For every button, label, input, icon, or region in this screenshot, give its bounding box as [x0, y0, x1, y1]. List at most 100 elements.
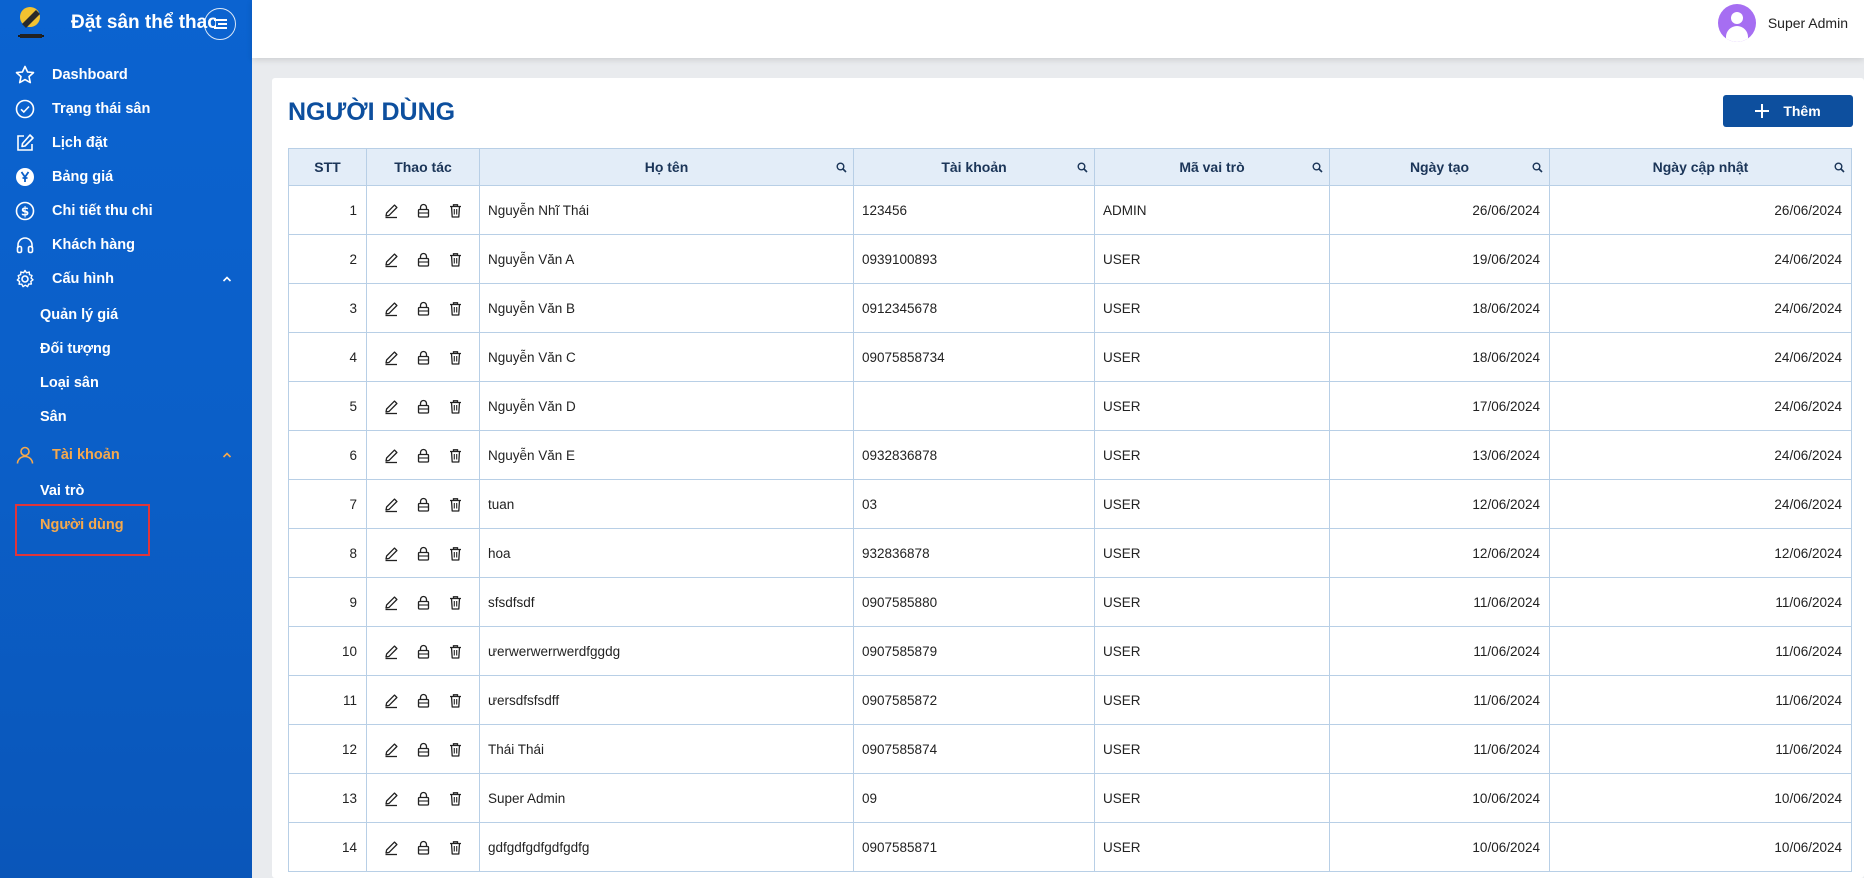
sidebar-item-config[interactable]: Cấu hình — [0, 262, 252, 296]
app-title: Đặt sân thể thao — [71, 12, 216, 33]
edit-icon[interactable] — [383, 545, 400, 562]
trash-icon[interactable] — [447, 594, 464, 611]
lock-icon[interactable] — [415, 251, 432, 268]
sidebar-item-schedule[interactable]: Lịch đặt — [0, 126, 252, 160]
sidebar-subitem-label: Sân — [40, 409, 67, 425]
sidebar-item-label: Chi tiết thu chi — [52, 203, 153, 219]
cell-stt: 14 — [288, 822, 367, 872]
edit-icon[interactable] — [383, 349, 400, 366]
edit-icon[interactable] — [383, 251, 400, 268]
search-icon[interactable] — [1077, 162, 1088, 173]
cell-name: ưerwerwerrwerdfggdg — [479, 626, 854, 676]
cell-name: Nguyễn Văn A — [479, 234, 854, 284]
search-icon[interactable] — [1312, 162, 1323, 173]
trash-icon[interactable] — [447, 496, 464, 513]
sidebar-item-price-table[interactable]: Bảng giá — [0, 160, 252, 194]
headphones-icon — [16, 237, 34, 254]
search-icon[interactable] — [1834, 162, 1845, 173]
search-icon[interactable] — [1532, 162, 1543, 173]
lock-icon[interactable] — [415, 643, 432, 660]
edit-icon[interactable] — [383, 300, 400, 317]
brand: Đặt sân thể thao — [0, 0, 252, 50]
lock-icon[interactable] — [415, 496, 432, 513]
edit-icon[interactable] — [383, 839, 400, 856]
menu-toggle-button[interactable] — [204, 8, 236, 40]
trash-icon[interactable] — [447, 447, 464, 464]
page-title: NGƯỜI DÙNG — [288, 98, 456, 126]
cell-name: Nguyễn Văn B — [479, 283, 854, 333]
trash-icon[interactable] — [447, 202, 464, 219]
lock-icon[interactable] — [415, 398, 432, 415]
sidebar: Đặt sân thể thao Dashboard Trạng thái sâ… — [0, 0, 252, 878]
lock-icon[interactable] — [415, 594, 432, 611]
trash-icon[interactable] — [447, 300, 464, 317]
cell-updated: 24/06/2024 — [1549, 332, 1852, 382]
lock-icon[interactable] — [415, 741, 432, 758]
cell-created: 11/06/2024 — [1329, 724, 1550, 774]
cell-created: 18/06/2024 — [1329, 332, 1550, 382]
edit-icon[interactable] — [383, 496, 400, 513]
active-item-highlight — [15, 504, 150, 556]
lock-icon[interactable] — [415, 839, 432, 856]
col-header-stt: STT — [288, 148, 367, 186]
sidebar-item-finance[interactable]: $ Chi tiết thu chi — [0, 194, 252, 228]
search-icon[interactable] — [836, 162, 847, 173]
cell-updated: 11/06/2024 — [1549, 626, 1852, 676]
cell-updated: 26/06/2024 — [1549, 185, 1852, 235]
sidebar-subitem-court-type[interactable]: Loại sân — [0, 366, 252, 400]
trash-icon[interactable] — [447, 741, 464, 758]
edit-icon[interactable] — [383, 594, 400, 611]
sidebar-item-dashboard[interactable]: Dashboard — [0, 58, 252, 92]
cell-account: 03 — [853, 479, 1095, 529]
sidebar-item-label: Dashboard — [52, 67, 128, 83]
edit-icon[interactable] — [383, 398, 400, 415]
table-row: 5 Nguyễn Văn D USER 17/06/2024 24/06/2024 — [288, 381, 1852, 431]
cell-actions — [366, 675, 480, 725]
lock-icon[interactable] — [415, 545, 432, 562]
trash-icon[interactable] — [447, 790, 464, 807]
cell-updated: 12/06/2024 — [1549, 528, 1852, 578]
table-row: 1 Nguyễn Nhĩ Thái 123456 ADMIN 26/06/2024 26/… — [288, 185, 1852, 235]
edit-icon[interactable] — [383, 692, 400, 709]
lock-icon[interactable] — [415, 790, 432, 807]
star-icon — [15, 65, 35, 84]
trash-icon[interactable] — [447, 545, 464, 562]
edit-icon[interactable] — [383, 202, 400, 219]
trash-icon[interactable] — [447, 692, 464, 709]
sidebar-item-court-status[interactable]: Trạng thái sân — [0, 92, 252, 126]
edit-icon[interactable] — [383, 741, 400, 758]
trash-icon[interactable] — [447, 251, 464, 268]
col-header-name: Họ tên — [479, 148, 854, 186]
sidebar-subitem-price-management[interactable]: Quản lý giá — [0, 298, 252, 332]
cell-account: 0932836878 — [853, 430, 1095, 480]
table-row: 6 Nguyễn Văn E 0932836878 USER 13/06/2024 24/… — [288, 430, 1852, 480]
cell-updated: 24/06/2024 — [1549, 479, 1852, 529]
add-user-button[interactable]: Thêm — [1723, 95, 1853, 127]
sidebar-subitem-roles[interactable]: Vai trò — [0, 474, 252, 508]
table-row: 4 Nguyễn Văn C 09075858734 USER 18/06/2024 24… — [288, 332, 1852, 382]
gear-icon — [16, 269, 34, 288]
edit-icon[interactable] — [383, 643, 400, 660]
lock-icon[interactable] — [415, 202, 432, 219]
cell-account: 123456 — [853, 185, 1095, 235]
user-menu[interactable]: Super Admin — [1717, 4, 1848, 42]
cell-stt: 6 — [288, 430, 367, 480]
sidebar-item-account[interactable]: Tài khoản — [0, 438, 252, 472]
lock-icon[interactable] — [415, 349, 432, 366]
check-circle-icon — [15, 99, 35, 119]
sidebar-subitem-customer-type[interactable]: Đối tượng — [0, 332, 252, 366]
trash-icon[interactable] — [447, 398, 464, 415]
lock-icon[interactable] — [415, 447, 432, 464]
sidebar-subitem-court[interactable]: Sân — [0, 400, 252, 434]
trash-icon[interactable] — [447, 643, 464, 660]
trash-icon[interactable] — [447, 349, 464, 366]
lock-icon[interactable] — [415, 692, 432, 709]
edit-icon[interactable] — [383, 790, 400, 807]
edit-icon[interactable] — [383, 447, 400, 464]
trash-icon[interactable] — [447, 839, 464, 856]
table-row: 10 ưerwerwerrwerdfggdg 0907585879 USER 11/06… — [288, 626, 1852, 676]
sidebar-item-customers[interactable]: Khách hàng — [0, 228, 252, 262]
lock-icon[interactable] — [415, 300, 432, 317]
cell-role: USER — [1094, 528, 1330, 578]
cell-created: 12/06/2024 — [1329, 479, 1550, 529]
